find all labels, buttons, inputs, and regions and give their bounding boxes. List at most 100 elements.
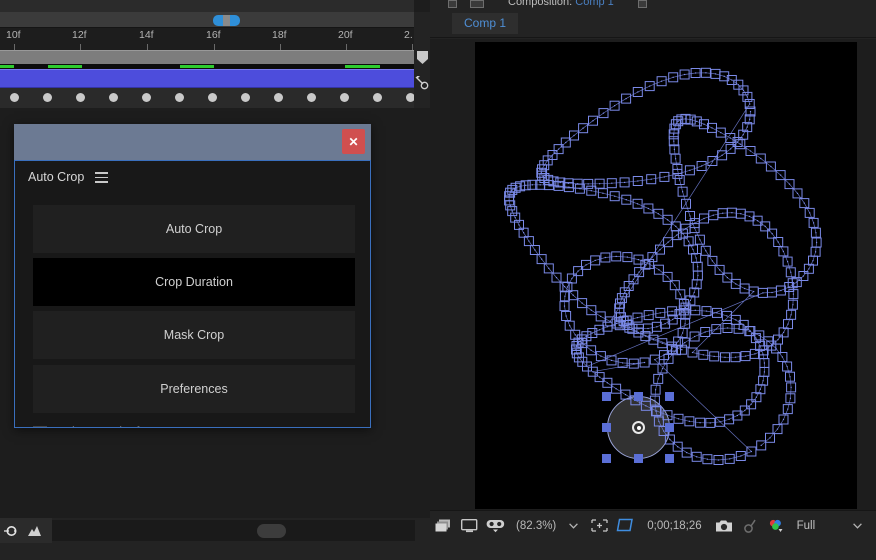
- keyframe-dot[interactable]: [241, 93, 250, 102]
- crop-button-auto-crop[interactable]: Auto Crop: [33, 205, 355, 253]
- keyframe-dot[interactable]: [274, 93, 283, 102]
- selection-handle-tr[interactable]: [665, 392, 674, 401]
- motion-path-keyframe-center: [654, 359, 656, 361]
- selection-handle-bl[interactable]: [602, 454, 611, 463]
- keyframe-dot[interactable]: [208, 93, 217, 102]
- navigator-right-handle[interactable]: [230, 15, 240, 26]
- resolution-chevron-down-icon[interactable]: [850, 511, 876, 541]
- delete-mask-checkbox-row[interactable]: Delete mask after use: [33, 421, 355, 427]
- motion-path-keyframe-center: [755, 337, 757, 339]
- motion-path-keyframe-center: [675, 349, 677, 351]
- zoom-chevron-down-icon[interactable]: [560, 511, 586, 541]
- motion-path-keyframe-center: [759, 345, 761, 347]
- show-snapshot-icon[interactable]: [737, 511, 763, 541]
- navigator-left-handle[interactable]: [213, 15, 223, 26]
- selection-handle-ml[interactable]: [602, 423, 611, 432]
- timeline-ruler[interactable]: 10f 12f 14f 16f 18f 20f 2.: [0, 28, 414, 50]
- motion-path-keyframe-center: [728, 418, 730, 420]
- dialog-titlebar[interactable]: ✕: [14, 124, 371, 160]
- composition-viewport[interactable]: [430, 39, 876, 510]
- motion-path-keyframe-center: [676, 168, 678, 170]
- keyframe-dot[interactable]: [175, 93, 184, 102]
- motion-path-keyframe-center: [649, 85, 651, 87]
- selection-handle-tl[interactable]: [602, 392, 611, 401]
- snapshot-camera-icon[interactable]: [711, 511, 737, 541]
- graph-editor-icon[interactable]: [28, 525, 46, 537]
- motion-path-keyframe-center: [655, 410, 657, 412]
- motion-path-keyframe-center: [769, 437, 771, 439]
- motion-path-keyframe-center: [731, 79, 733, 81]
- crop-button-preferences[interactable]: Preferences: [33, 365, 355, 413]
- selection-handle-tc[interactable]: [634, 392, 643, 401]
- stopwatch-icon[interactable]: [4, 523, 22, 539]
- motion-path-keyframe-center: [790, 386, 792, 388]
- selection-handle-mr[interactable]: [665, 423, 674, 432]
- 3d-glasses-icon[interactable]: [482, 511, 508, 541]
- crop-button-crop-duration[interactable]: Crop Duration: [33, 258, 355, 306]
- motion-path-keyframe-center: [675, 158, 677, 160]
- motion-path-keyframe-center: [685, 228, 687, 230]
- region-of-interest-icon[interactable]: [586, 511, 612, 541]
- transparency-grid-icon[interactable]: [612, 511, 638, 541]
- keyframe-dot[interactable]: [43, 93, 52, 102]
- keyframe-dot[interactable]: [373, 93, 382, 102]
- channel-rgb-icon[interactable]: [763, 511, 789, 541]
- motion-path-keyframe-center: [703, 217, 705, 220]
- tab-comp-1[interactable]: Comp 1: [452, 13, 519, 34]
- keyframe-dot[interactable]: [142, 93, 151, 102]
- selection-handle-br[interactable]: [665, 454, 674, 463]
- current-timecode[interactable]: 0;00;18;26: [638, 520, 710, 532]
- timeline-horizontal-scrollbar[interactable]: [52, 520, 415, 541]
- motion-path-keyframe-center: [738, 328, 740, 330]
- timeline-footer-tools: [0, 518, 52, 543]
- motion-path-keyframe-center: [789, 397, 791, 399]
- close-icon[interactable]: ✕: [342, 129, 365, 154]
- after-effects-window: 10f 12f 14f 16f 18f 20f 2. Composition: …: [0, 0, 876, 560]
- motion-path-keyframe-center: [750, 450, 752, 453]
- layer-duration-bar[interactable]: [0, 69, 414, 88]
- scrollbar-thumb[interactable]: [257, 524, 286, 538]
- marker-shield-icon[interactable]: [416, 50, 429, 65]
- panel-title: Auto Crop: [28, 170, 85, 184]
- motion-path-keyframe-center: [585, 264, 587, 266]
- motion-path-keyframe-center: [602, 112, 605, 114]
- motion-path-keyframe-center: [757, 220, 759, 222]
- motion-path-keyframe-center: [677, 340, 679, 343]
- keyframe-dot[interactable]: [340, 93, 349, 102]
- motion-path-keyframe-center: [650, 178, 652, 180]
- motion-path-keyframe-center: [684, 73, 686, 76]
- motion-path-keyframe-center: [555, 277, 558, 279]
- motion-path-keyframe-center: [575, 345, 578, 347]
- keyframe-dot[interactable]: [307, 93, 316, 102]
- motion-path-keyframe-center: [582, 127, 584, 129]
- keyframe-row[interactable]: [0, 88, 415, 108]
- hamburger-menu-icon[interactable]: [95, 172, 108, 183]
- zoom-level-value[interactable]: (82.3%): [508, 520, 560, 532]
- motion-path-keyframe-center: [677, 120, 679, 122]
- main-view-icon[interactable]: [430, 511, 456, 541]
- motion-path-keyframe-center: [705, 310, 708, 312]
- composition-stage[interactable]: [475, 42, 857, 509]
- resolution-value[interactable]: Full: [789, 520, 816, 532]
- motion-path-keyframe-center: [579, 188, 581, 190]
- motion-path-keyframe-center: [809, 212, 811, 214]
- motion-path-keyframe-center: [686, 452, 688, 454]
- selection-handle-bc[interactable]: [634, 454, 643, 463]
- keyframe-dot[interactable]: [109, 93, 118, 102]
- preview-monitor-icon[interactable]: [456, 511, 482, 541]
- motion-path-keyframe-center: [577, 270, 579, 272]
- keyframe-dot[interactable]: [76, 93, 85, 102]
- motion-path-keyframe-center: [684, 313, 687, 315]
- motion-path-keyframe-center: [688, 420, 690, 422]
- work-area-band[interactable]: [0, 50, 414, 64]
- motion-path-keyframe-center: [782, 418, 785, 421]
- time-navigator-bar[interactable]: [0, 12, 414, 28]
- delete-mask-checkbox[interactable]: [33, 425, 47, 427]
- crop-button-mask-crop[interactable]: Mask Crop: [33, 311, 355, 359]
- motion-path-keyframe-center: [783, 331, 785, 333]
- motion-path-keyframe-center: [734, 356, 737, 358]
- motion-path-keyframe-center: [658, 269, 660, 271]
- keyframe-dot[interactable]: [10, 93, 19, 102]
- pen-tool-icon[interactable]: [415, 75, 430, 90]
- motion-path-keyframe-center: [764, 225, 766, 227]
